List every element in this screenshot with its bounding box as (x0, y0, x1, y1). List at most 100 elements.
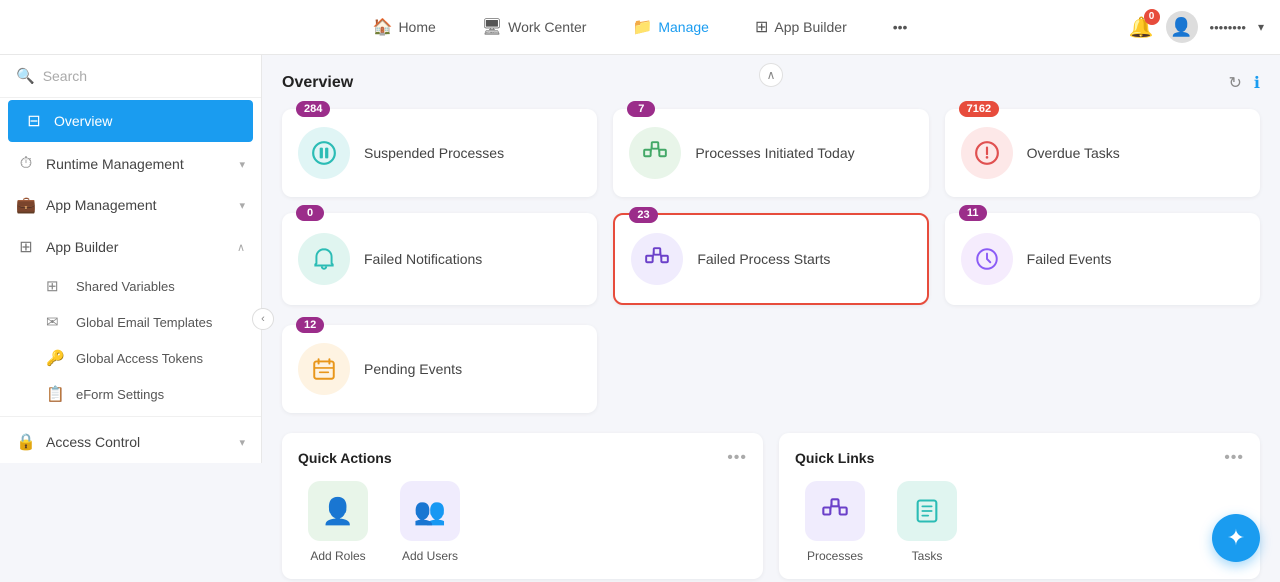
stat-label-failed-events: Failed Events (1027, 251, 1112, 267)
global-access-tokens-label: Global Access Tokens (76, 351, 203, 366)
notification-bell[interactable]: 🔔 0 (1129, 15, 1154, 40)
tasks-icon (897, 481, 957, 541)
chevron-down-icon: ▾ (239, 436, 245, 449)
stat-badge-failed-events: 11 (959, 205, 987, 221)
quick-actions-dots[interactable]: ••• (727, 449, 747, 467)
stat-badge-failed-notif: 0 (296, 205, 324, 221)
stat-icon-failed-notif (298, 233, 350, 285)
fab-icon: ✦ (1227, 525, 1245, 551)
fab-button[interactable]: ✦ (1212, 514, 1260, 562)
collapse-button[interactable]: ∧ (759, 63, 783, 87)
stat-card-overdue-tasks[interactable]: 7162 Overdue Tasks (945, 109, 1260, 197)
username: •••••••• (1210, 20, 1246, 35)
sidebar-label-app-mgmt: App Management (46, 197, 229, 213)
stat-card-failed-events[interactable]: 11 Failed Events (945, 213, 1260, 305)
quick-action-add-users[interactable]: 👥 Add Users (390, 481, 470, 563)
access-tokens-icon: 🔑 (46, 349, 66, 367)
sidebar-toggle[interactable]: ‹ (252, 308, 274, 330)
nav-manage-label: Manage (658, 19, 709, 35)
quick-links-items: Processes Tasks (795, 481, 1244, 563)
sidebar-divider (0, 416, 261, 417)
sidebar-item-runtime-management[interactable]: ⏱ Runtime Management ▾ (0, 144, 261, 184)
stat-icon-failed-starts (631, 233, 683, 285)
sidebar-item-app-management[interactable]: 💼 App Management ▾ (0, 184, 261, 226)
sidebar-item-access-control[interactable]: 🔒 Access Control ▾ (0, 421, 261, 463)
nav-manage[interactable]: 📁 Manage (624, 13, 717, 41)
main-body: 🔍 Search ⊟ Overview ⏱ Runtime Management… (0, 55, 1280, 582)
content-inner: Overview ↻ ℹ 284 (262, 55, 1280, 582)
stat-grid: 284 Suspended Processes 7 (282, 109, 1260, 305)
sidebar-label-overview: Overview (54, 113, 237, 129)
stat-icon-failed-events (961, 233, 1013, 285)
tasks-label: Tasks (912, 549, 943, 563)
stat-label-overdue: Overdue Tasks (1027, 145, 1120, 161)
stat-card-pending-events[interactable]: 12 Pending Events (282, 325, 597, 413)
content-area: ∧ Overview ↻ ℹ 284 (262, 55, 1280, 582)
stat-label-pending: Pending Events (364, 361, 462, 377)
sidebar-item-eform-settings[interactable]: 📋 eForm Settings (0, 376, 261, 412)
quick-actions-items: 👤 Add Roles 👥 Add Users (298, 481, 747, 563)
sidebar-item-overview[interactable]: ⊟ Overview (8, 100, 253, 142)
stat-label-processes-today: Processes Initiated Today (695, 145, 854, 161)
add-roles-label: Add Roles (310, 549, 365, 563)
add-users-icon: 👥 (400, 481, 460, 541)
info-icon[interactable]: ℹ (1254, 73, 1260, 93)
stat-badge-overdue: 7162 (959, 101, 999, 117)
stat-card-suspended-processes[interactable]: 284 Suspended Processes (282, 109, 597, 197)
nav-home-label: Home (398, 19, 435, 35)
sidebar-item-shared-variables[interactable]: ⊞ Shared Variables (0, 268, 261, 304)
nav-work-center-label: Work Center (508, 19, 586, 35)
stat-label-suspended: Suspended Processes (364, 145, 504, 161)
monitor-icon: 🖥 (482, 17, 502, 37)
refresh-icon[interactable]: ↻ (1229, 73, 1242, 93)
quick-links-dots[interactable]: ••• (1224, 449, 1244, 467)
stat-icon-processes-today (629, 127, 681, 179)
quick-sections: Quick Actions ••• 👤 Add Roles 👥 Add User… (282, 433, 1260, 579)
quick-action-add-roles[interactable]: 👤 Add Roles (298, 481, 378, 563)
stat-badge-failed-starts: 23 (629, 207, 657, 223)
eform-settings-icon: 📋 (46, 385, 66, 403)
nav-home[interactable]: 🏠 Home (365, 13, 444, 41)
content-actions: ↻ ℹ (1229, 73, 1260, 93)
chevron-up-icon: ∧ (237, 241, 245, 254)
stat-card-processes-today[interactable]: 7 Processes Initiated Today (613, 109, 928, 197)
sidebar-label-app-builder: App Builder (46, 239, 227, 255)
nav-work-center[interactable]: 🖥 Work Center (474, 13, 595, 41)
shared-variables-label: Shared Variables (76, 279, 175, 294)
runtime-icon: ⏱ (16, 155, 36, 173)
app-builder-icon: ⊞ (16, 237, 36, 257)
stat-icon-overdue (961, 127, 1013, 179)
stat-card-failed-notifications[interactable]: 0 Failed Notifications (282, 213, 597, 305)
nav-right: 🔔 0 👤 •••••••• ▾ (1129, 11, 1264, 43)
nav-dots: ••• (893, 19, 908, 35)
eform-settings-label: eForm Settings (76, 387, 164, 402)
nav-more[interactable]: ••• (885, 15, 916, 39)
chevron-down-icon: ▾ (239, 158, 245, 171)
home-icon: 🏠 (373, 17, 393, 37)
bell-badge: 0 (1144, 9, 1160, 25)
nav-chevron-icon[interactable]: ▾ (1258, 20, 1264, 34)
sidebar-item-global-email-templates[interactable]: ✉ Global Email Templates (0, 304, 261, 340)
top-navigation: 🏠 Home 🖥 Work Center 📁 Manage ⊞ App Buil… (0, 0, 1280, 55)
stat-badge-pending: 12 (296, 317, 324, 333)
quick-actions-section: Quick Actions ••• 👤 Add Roles 👥 Add User… (282, 433, 763, 579)
nav-app-builder[interactable]: ⊞ App Builder (747, 13, 855, 41)
grid-icon: ⊞ (755, 17, 768, 37)
avatar[interactable]: 👤 (1166, 11, 1198, 43)
stat-card-failed-process-starts[interactable]: 23 Failed Process Starts (613, 213, 928, 305)
shared-vars-icon: ⊞ (46, 277, 66, 295)
stat-label-failed-notif: Failed Notifications (364, 251, 482, 267)
search-placeholder: Search (43, 68, 87, 84)
quick-actions-title: Quick Actions (298, 450, 392, 466)
folder-icon: 📁 (632, 17, 652, 37)
sidebar-search[interactable]: 🔍 Search (0, 55, 261, 98)
sidebar-item-app-builder[interactable]: ⊞ App Builder ∧ (0, 226, 261, 268)
nav-links: 🏠 Home 🖥 Work Center 📁 Manage ⊞ App Buil… (365, 13, 916, 41)
pending-row: 12 Pending Events (282, 325, 1260, 413)
email-templates-icon: ✉ (46, 313, 66, 331)
quick-link-processes[interactable]: Processes (795, 481, 875, 563)
chevron-down-icon: ▾ (239, 199, 245, 212)
overview-icon: ⊟ (24, 111, 44, 131)
quick-link-tasks[interactable]: Tasks (887, 481, 967, 563)
sidebar-item-global-access-tokens[interactable]: 🔑 Global Access Tokens (0, 340, 261, 376)
